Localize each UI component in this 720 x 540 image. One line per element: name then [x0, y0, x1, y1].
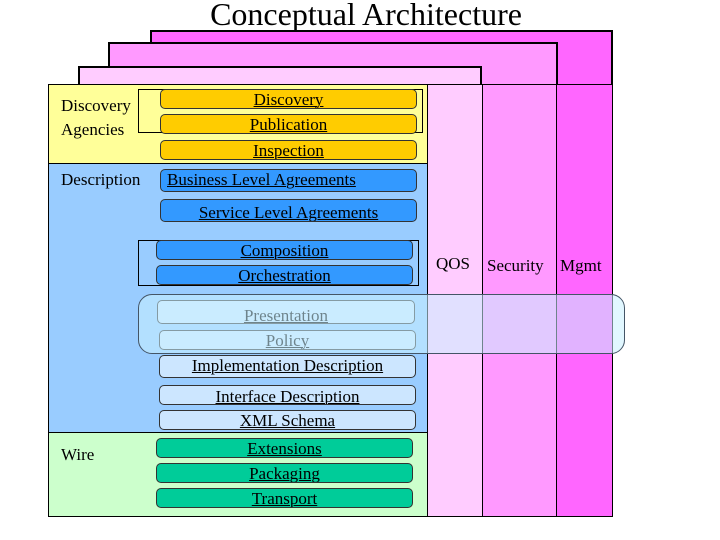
business-level-agreements-box[interactable]: Business Level Agreements [160, 169, 417, 192]
interface-description-box[interactable]: Interface Description [159, 385, 416, 405]
security-label: Security [487, 256, 544, 275]
transport-box[interactable]: Transport [156, 488, 413, 508]
diagram-title: Conceptual Architecture [210, 0, 522, 32]
presentation-policy-highlight [138, 294, 625, 354]
wire-label: Wire [61, 445, 95, 464]
extensions-box[interactable]: Extensions [156, 438, 413, 458]
packaging-box[interactable]: Packaging [156, 463, 413, 483]
inspection-box[interactable]: Inspection [160, 140, 417, 160]
discovery-agencies-label-line1: Discovery [61, 96, 131, 115]
xml-schema-box[interactable]: XML Schema [159, 410, 416, 430]
discovery-agencies-label: Discovery Agencies [61, 94, 131, 142]
qos-label: QOS [436, 254, 471, 273]
mgmt-label: Mgmt [560, 256, 602, 275]
service-level-agreements-box[interactable]: Service Level Agreements [160, 199, 417, 222]
description-label: Description [61, 170, 141, 189]
discovery-agencies-label-line2: Agencies [61, 120, 125, 139]
orchestration-box[interactable]: Orchestration [156, 265, 413, 285]
discovery-box[interactable]: Discovery [160, 89, 417, 109]
composition-box[interactable]: Composition [156, 240, 413, 260]
publication-box[interactable]: Publication [160, 114, 417, 134]
implementation-description-box[interactable]: Implementation Description [159, 355, 416, 378]
